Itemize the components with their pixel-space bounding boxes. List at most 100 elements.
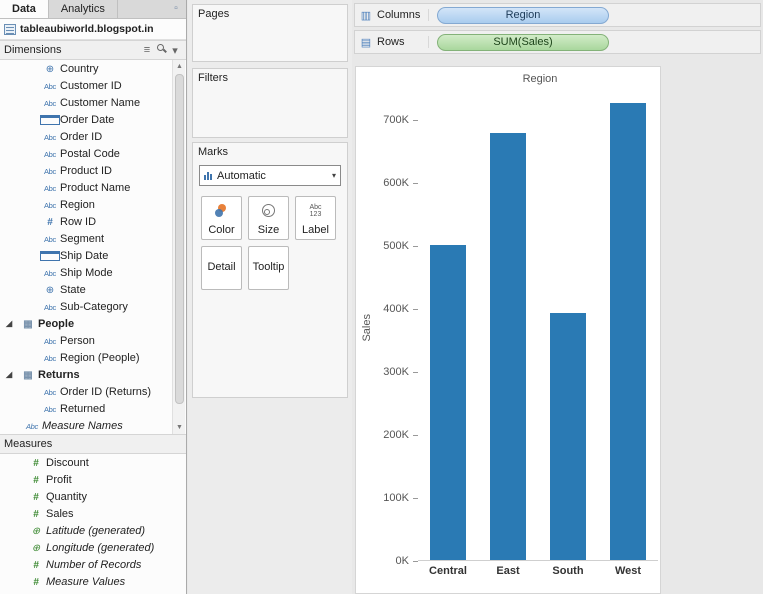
field-measure-names[interactable]: Measure Names bbox=[0, 417, 186, 434]
number-icon bbox=[26, 576, 46, 588]
bar-west[interactable] bbox=[610, 103, 646, 560]
table-icon bbox=[18, 318, 38, 330]
folder-people[interactable]: ◢ People bbox=[0, 315, 186, 332]
label-button[interactable]: Abc 123 Label bbox=[295, 196, 336, 240]
abc-icon bbox=[40, 80, 60, 92]
field-longitude[interactable]: Longitude (generated) bbox=[0, 539, 186, 556]
dimensions-header: Dimensions ≡ ▾ bbox=[0, 40, 186, 60]
filters-card[interactable]: Filters bbox=[192, 68, 348, 138]
field-measure-values[interactable]: Measure Values bbox=[0, 573, 186, 590]
field-ship-mode[interactable]: Ship Mode bbox=[0, 264, 186, 281]
size-button[interactable]: Size bbox=[248, 196, 289, 240]
field-number-of-records[interactable]: Number of Records bbox=[0, 556, 186, 573]
calendar-icon bbox=[40, 114, 60, 125]
mark-type-dropdown[interactable]: Automatic ▾ bbox=[199, 165, 341, 186]
color-icon bbox=[202, 197, 241, 224]
scroll-up-icon[interactable]: ▲ bbox=[173, 60, 186, 73]
abc-icon bbox=[40, 233, 60, 245]
measures-title: Measures bbox=[4, 438, 53, 450]
pages-card[interactable]: Pages bbox=[192, 4, 348, 62]
abc-icon bbox=[40, 199, 60, 211]
x-axis: Central East South West bbox=[418, 565, 658, 583]
expand-triangle-icon[interactable]: ◢ bbox=[6, 319, 18, 328]
field-label: Profit bbox=[46, 473, 72, 486]
abc-icon bbox=[22, 420, 42, 432]
field-label: State bbox=[60, 283, 86, 296]
pill-region[interactable]: Region bbox=[437, 6, 609, 24]
bar-south[interactable] bbox=[550, 313, 586, 560]
tab-analytics[interactable]: Analytics bbox=[48, 0, 118, 18]
field-row-id[interactable]: Row ID bbox=[0, 213, 186, 230]
field-quantity[interactable]: Quantity bbox=[0, 488, 186, 505]
field-country[interactable]: Country bbox=[0, 60, 186, 77]
field-label: Person bbox=[60, 334, 95, 347]
field-order-date[interactable]: Order Date bbox=[0, 111, 186, 128]
field-discount[interactable]: Discount bbox=[0, 454, 186, 471]
y-tick-label: 100K bbox=[383, 492, 409, 504]
field-customer-name[interactable]: Customer Name bbox=[0, 94, 186, 111]
field-region-people[interactable]: Region (People) bbox=[0, 349, 186, 366]
field-customer-id[interactable]: Customer ID bbox=[0, 77, 186, 94]
view-list-icon[interactable]: ≡ bbox=[140, 44, 154, 56]
color-button[interactable]: Color bbox=[201, 196, 242, 240]
field-order-id-returns[interactable]: Order ID (Returns) bbox=[0, 383, 186, 400]
number-icon bbox=[26, 508, 46, 520]
measures-list: Discount Profit Quantity Sales Latitude … bbox=[0, 454, 186, 590]
field-postal-code[interactable]: Postal Code bbox=[0, 145, 186, 162]
scrollbar-thumb[interactable] bbox=[175, 74, 184, 404]
field-label: Returned bbox=[60, 402, 106, 415]
field-order-id[interactable]: Order ID bbox=[0, 128, 186, 145]
field-state[interactable]: State bbox=[0, 281, 186, 298]
expand-triangle-icon[interactable]: ◢ bbox=[6, 370, 18, 379]
columns-shelf[interactable]: ▥ Columns Region bbox=[354, 3, 761, 27]
folder-returns[interactable]: ◢ Returns bbox=[0, 366, 186, 383]
datasource-row[interactable]: tableaubiworld.blogspot.in bbox=[0, 19, 186, 40]
abc-icon bbox=[40, 182, 60, 194]
dimensions-menu-caret-icon[interactable]: ▾ bbox=[168, 44, 182, 57]
tooltip-button[interactable]: Tooltip bbox=[248, 246, 289, 290]
bar-east[interactable] bbox=[490, 133, 526, 560]
rows-icon: ▤ bbox=[360, 36, 372, 49]
y-tick-mark bbox=[413, 561, 418, 562]
y-tick-label: 300K bbox=[383, 366, 409, 378]
field-ship-date[interactable]: Ship Date bbox=[0, 247, 186, 264]
field-region[interactable]: Region bbox=[0, 196, 186, 213]
field-product-id[interactable]: Product ID bbox=[0, 162, 186, 179]
field-label: Sales bbox=[46, 507, 74, 520]
bar-central[interactable] bbox=[430, 245, 466, 560]
field-product-name[interactable]: Product Name bbox=[0, 179, 186, 196]
pill-sum-sales[interactable]: SUM(Sales) bbox=[437, 33, 609, 51]
field-label: Measure Names bbox=[42, 419, 123, 432]
bar-chart-icon bbox=[204, 171, 212, 180]
chevron-down-icon: ▾ bbox=[331, 171, 336, 180]
field-sub-category[interactable]: Sub-Category bbox=[0, 298, 186, 315]
field-person[interactable]: Person bbox=[0, 332, 186, 349]
abc-icon bbox=[40, 267, 60, 279]
field-segment[interactable]: Segment bbox=[0, 230, 186, 247]
pane-pin-icon[interactable]: ▫ bbox=[166, 0, 186, 18]
field-label: Postal Code bbox=[60, 147, 120, 160]
size-label: Size bbox=[257, 224, 280, 236]
scroll-down-icon[interactable]: ▼ bbox=[173, 421, 186, 434]
field-sales[interactable]: Sales bbox=[0, 505, 186, 522]
search-icon[interactable] bbox=[154, 43, 168, 57]
detail-button[interactable]: Detail bbox=[201, 246, 242, 290]
y-tick-label: 200K bbox=[383, 429, 409, 441]
dimensions-title: Dimensions bbox=[4, 44, 62, 56]
abc-icon bbox=[40, 165, 60, 177]
tab-data[interactable]: Data bbox=[0, 0, 49, 18]
field-label: Region (People) bbox=[60, 351, 140, 364]
field-profit[interactable]: Profit bbox=[0, 471, 186, 488]
field-label: Latitude (generated) bbox=[46, 524, 146, 537]
rows-shelf[interactable]: ▤ Rows SUM(Sales) bbox=[354, 30, 761, 54]
y-tick-label: 500K bbox=[383, 240, 409, 252]
field-latitude[interactable]: Latitude (generated) bbox=[0, 522, 186, 539]
worksheet-area: ▥ Columns Region ▤ Rows SUM(Sales) Regio… bbox=[352, 0, 763, 594]
field-returned[interactable]: Returned bbox=[0, 400, 186, 417]
marks-title: Marks bbox=[198, 146, 228, 158]
dimensions-scrollbar[interactable]: ▲ ▼ bbox=[172, 60, 185, 434]
y-tick-label: 600K bbox=[383, 177, 409, 189]
field-label: Product ID bbox=[60, 164, 112, 177]
number-icon bbox=[26, 457, 46, 469]
field-label: People bbox=[38, 317, 75, 330]
